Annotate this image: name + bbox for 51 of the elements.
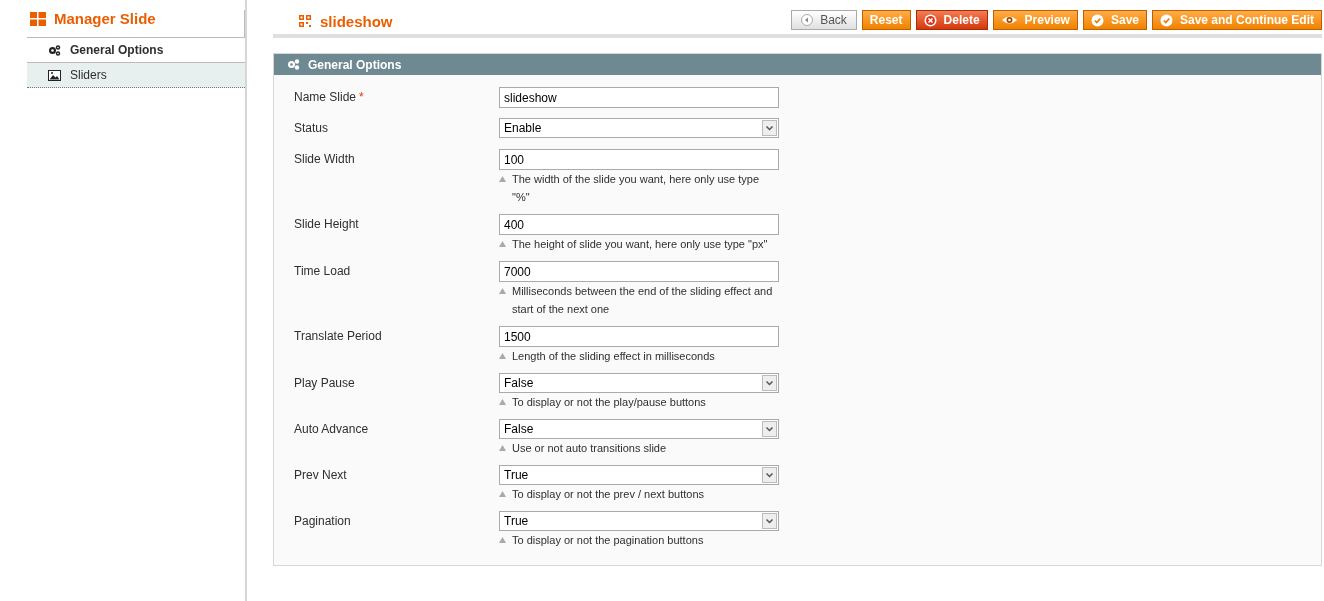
image-icon	[48, 69, 61, 81]
field-hint: Use or not auto transitions slide	[512, 441, 667, 456]
field-label: Slide Width	[294, 152, 355, 166]
triangle-icon	[499, 445, 506, 451]
eye-icon	[1000, 15, 1018, 25]
field-label: Name Slide	[294, 90, 357, 104]
check-icon	[1090, 13, 1104, 27]
close-icon	[923, 13, 937, 27]
triangle-icon	[499, 537, 506, 543]
triangle-icon	[499, 399, 506, 405]
field-label: Play Pause	[294, 376, 355, 390]
page-title: slideshow	[320, 13, 393, 30]
check-icon	[1160, 13, 1173, 27]
sidebar-tab[interactable]: Sliders	[27, 63, 245, 88]
field-hint: Milliseconds between the end of the sliding effect and start of the next one	[512, 284, 774, 317]
field-label: Translate Period	[294, 329, 382, 343]
gears-icon	[48, 44, 61, 56]
triangle-icon	[499, 491, 506, 497]
input-field[interactable]: 7000	[499, 261, 779, 282]
field-label: Pagination	[294, 514, 351, 528]
triangle-icon	[499, 288, 506, 294]
select-field[interactable]: True	[499, 465, 779, 485]
triangle-icon	[499, 241, 506, 247]
section-title: General Options	[308, 57, 402, 72]
field-label: Time Load	[294, 264, 351, 278]
select-field[interactable]: False	[499, 419, 779, 439]
triangle-icon	[499, 176, 506, 182]
field-hint: To display or not the prev / next buttons	[512, 487, 704, 502]
field-label: Auto Advance	[294, 422, 369, 436]
action-button[interactable]: Delete	[915, 10, 988, 30]
field-hint: The width of the slide you want, here only use type "%"	[512, 172, 761, 205]
triangle-icon	[499, 353, 506, 359]
input-field[interactable]: 400	[499, 214, 779, 235]
gears-icon	[287, 59, 300, 70]
action-button[interactable]: Back	[791, 10, 857, 30]
field-label: Status	[294, 121, 329, 135]
select-field[interactable]: False	[499, 373, 779, 393]
field-label: Prev Next	[294, 468, 347, 482]
field-hint: To display or not the pagination buttons	[512, 533, 704, 548]
sidebar-title: Manager Slide	[54, 10, 156, 27]
required-mark: *	[359, 90, 364, 104]
select-field[interactable]: Enable	[499, 118, 779, 138]
field-label: Slide Height	[294, 217, 359, 231]
input-field[interactable]: 100	[499, 149, 779, 170]
grid-icon	[299, 15, 312, 28]
field-hint: To display or not the play/pause buttons	[512, 395, 706, 410]
select-field[interactable]: True	[499, 511, 779, 531]
field-hint: Length of the sliding effect in milliseconds	[512, 349, 715, 364]
input-field[interactable]: 1500	[499, 326, 779, 347]
field-hint: The height of slide you want, here only use type "px"	[512, 237, 768, 252]
input-field[interactable]: slideshow	[499, 87, 779, 108]
